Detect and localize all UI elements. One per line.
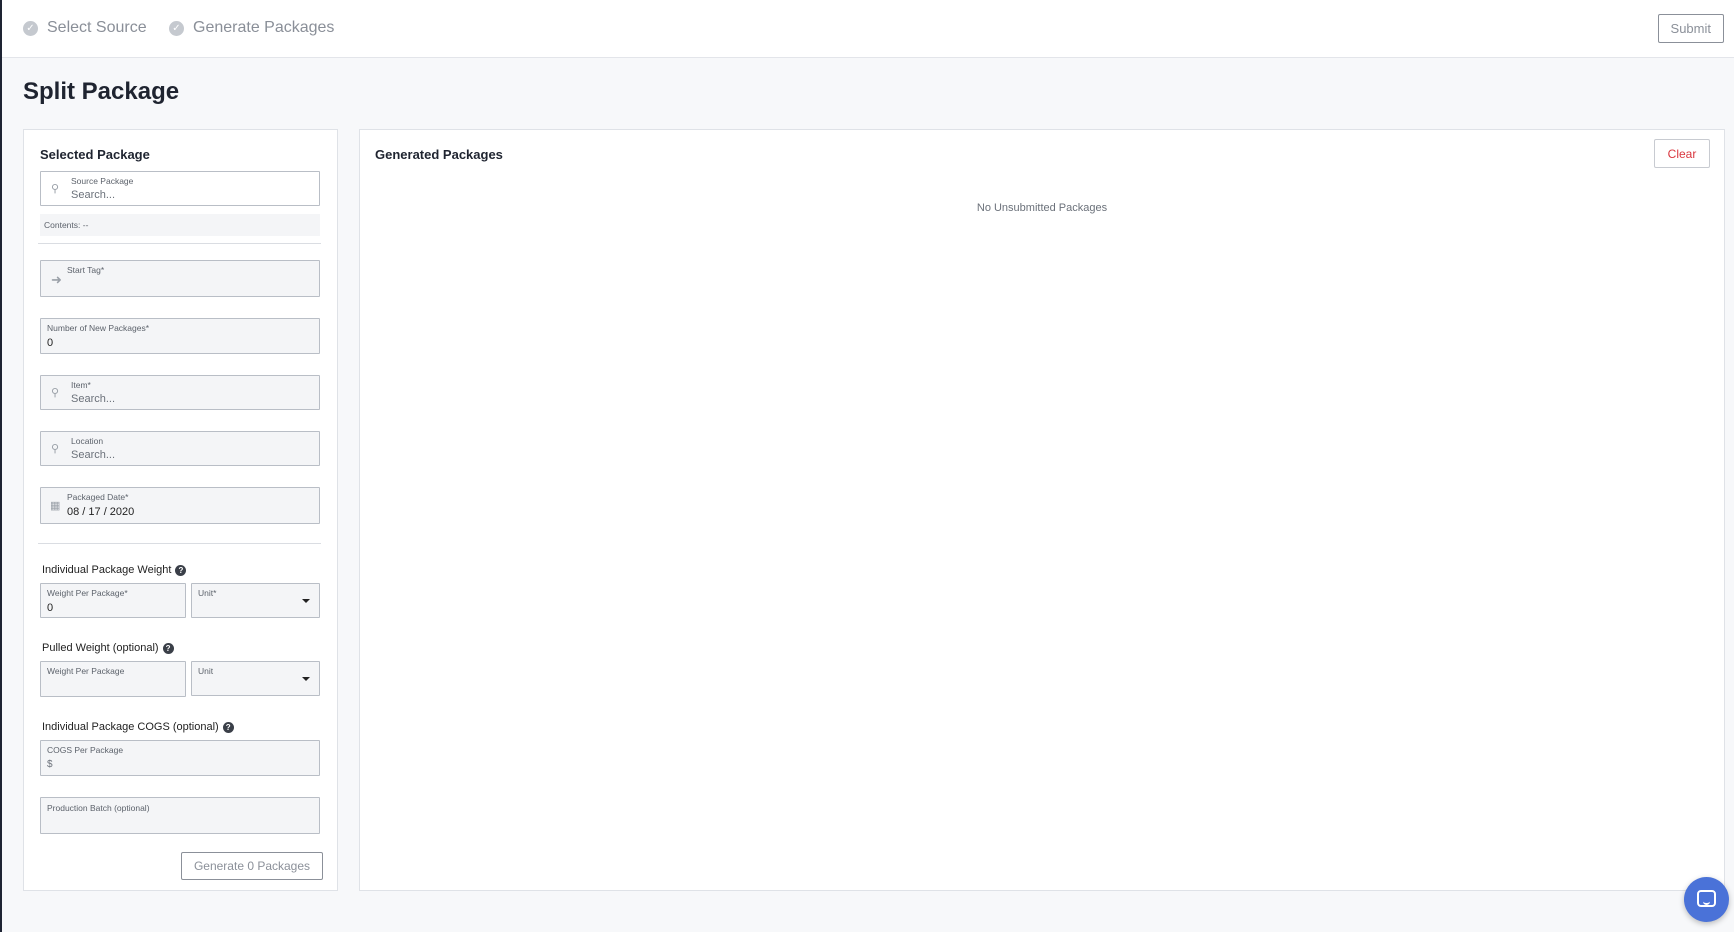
arrow-right-icon: ➜ (51, 272, 62, 287)
number-of-packages-input[interactable]: Number of New Packages* 0 (40, 318, 320, 354)
field-label: Location (71, 436, 104, 446)
calendar-icon: ▦ (50, 500, 61, 512)
step-label: Select Source (47, 19, 147, 36)
divider (38, 543, 321, 544)
selected-package-panel: Selected Package ⚲ Source Package Search… (23, 129, 338, 891)
field-label: Unit* (198, 588, 217, 598)
field-label: Number of New Packages* (47, 323, 150, 333)
pulled-unit-select[interactable]: Unit (191, 661, 320, 696)
search-icon: ⚲ (51, 183, 60, 195)
chevron-down-icon (302, 677, 310, 681)
weight-per-package-input[interactable]: Weight Per Package* 0 (40, 583, 186, 618)
help-circle-icon[interactable]: ? (162, 642, 174, 654)
source-package-input[interactable]: ⚲ Source Package Search... (40, 171, 320, 206)
chat-launcher-button[interactable] (1684, 877, 1729, 922)
contents-readout: Contents: -- (40, 214, 320, 236)
field-label: Source Package (71, 176, 134, 186)
help-circle-icon[interactable]: ? (222, 721, 234, 733)
pulled-weight-heading: Pulled Weight (optional) ? (42, 642, 174, 654)
chevron-down-icon (302, 599, 310, 603)
section-label: Individual Package COGS (optional) (42, 721, 219, 733)
section-label: Individual Package Weight (42, 564, 172, 576)
location-input[interactable]: ⚲ Location Search... (40, 431, 320, 466)
currency-prefix: $ (47, 759, 53, 770)
unit-select[interactable]: Unit* (191, 583, 320, 618)
search-icon: ⚲ (51, 387, 60, 399)
sidebar-edge (0, 0, 2, 932)
step-generate-packages[interactable]: ✓ Generate Packages (169, 19, 334, 37)
field-label: Item* (71, 380, 91, 390)
help-circle-icon[interactable]: ? (175, 564, 187, 576)
item-input[interactable]: ⚲ Item* Search... (40, 375, 320, 410)
panel-title: Selected Package (40, 147, 150, 162)
generate-packages-button[interactable]: Generate 0 Packages (181, 852, 323, 880)
top-bar: ✓ Select Source ✓ Generate Packages Subm… (2, 0, 1734, 58)
field-label: Weight Per Package* (47, 588, 128, 598)
step-label: Generate Packages (193, 19, 335, 36)
step-select-source[interactable]: ✓ Select Source (23, 19, 147, 37)
field-label: Unit (198, 666, 214, 676)
cogs-per-package-input[interactable]: COGS Per Package $ (40, 740, 320, 776)
submit-button[interactable]: Submit (1657, 14, 1724, 43)
field-label: COGS Per Package (47, 745, 124, 755)
page-title: Split Package (23, 78, 180, 105)
chat-icon (1697, 890, 1716, 907)
field-label: Weight Per Package (47, 666, 125, 676)
field-placeholder: Search... (71, 449, 116, 461)
field-label: Packaged Date* (67, 492, 129, 502)
pulled-weight-input[interactable]: Weight Per Package (40, 661, 186, 697)
check-circle-icon: ✓ (23, 20, 38, 36)
field-value: 0 (47, 337, 54, 349)
generated-packages-panel: Generated Packages Clear No Unsubmitted … (359, 129, 1725, 891)
section-label: Pulled Weight (optional) (42, 642, 159, 654)
production-batch-input[interactable]: Production Batch (optional) (40, 797, 320, 834)
cogs-heading: Individual Package COGS (optional) ? (42, 721, 234, 733)
field-value: 0 (47, 602, 54, 614)
packaged-date-input[interactable]: ▦ Packaged Date* 08 / 17 / 2020 (40, 487, 320, 524)
field-placeholder: Search... (71, 393, 116, 405)
search-icon: ⚲ (51, 443, 60, 455)
divider (38, 243, 321, 244)
field-value: 08 / 17 / 2020 (67, 506, 135, 518)
field-label: Start Tag* (67, 265, 105, 275)
clear-button[interactable]: Clear (1654, 139, 1710, 168)
panel-title: Generated Packages (375, 147, 503, 162)
individual-weight-heading: Individual Package Weight ? (42, 564, 187, 576)
check-circle-icon: ✓ (169, 20, 184, 36)
field-label: Production Batch (optional) (47, 803, 150, 813)
empty-state-message: No Unsubmitted Packages (976, 202, 1108, 214)
field-placeholder: Search... (71, 189, 116, 201)
start-tag-input[interactable]: ➜ Start Tag* (40, 260, 320, 297)
